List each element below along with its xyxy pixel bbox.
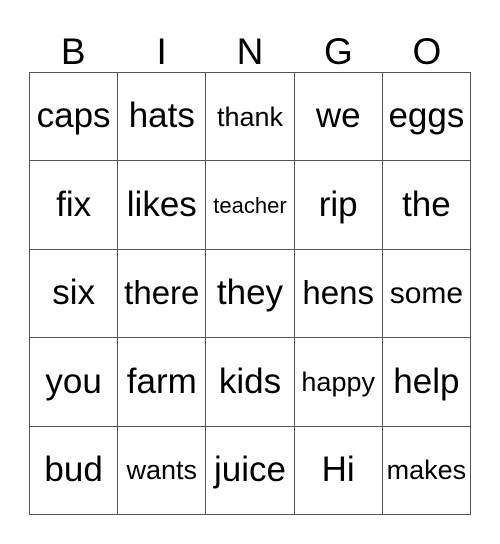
bingo-cell[interactable]: there <box>118 249 207 339</box>
bingo-cell[interactable]: rip <box>294 161 383 250</box>
bingo-cell-label: wants <box>126 455 198 486</box>
bingo-cell-label: happy <box>301 366 375 397</box>
bingo-cell-label: farm <box>126 361 197 401</box>
header-letter-g: G <box>324 31 353 72</box>
bingo-cell-label: bud <box>44 449 103 489</box>
bingo-cell[interactable]: fix <box>30 161 119 250</box>
bingo-cell-label: they <box>216 273 284 313</box>
bingo-cell-label: hats <box>128 96 195 136</box>
bingo-cell[interactable]: wants <box>118 426 207 515</box>
bingo-cell[interactable]: juice <box>206 426 295 515</box>
bingo-cell[interactable]: eggs <box>382 73 471 162</box>
bingo-cell[interactable]: hats <box>118 73 207 162</box>
bingo-cell[interactable]: some <box>382 249 471 339</box>
bingo-cell[interactable]: kids <box>206 338 295 427</box>
bingo-cell[interactable]: help <box>382 338 471 427</box>
bingo-cell-label: likes <box>126 184 197 224</box>
bingo-cell[interactable]: bud <box>30 426 119 515</box>
bingo-cell-label: the <box>402 184 451 224</box>
bingo-cell[interactable]: caps <box>30 73 119 162</box>
bingo-cell-label: rip <box>318 184 358 224</box>
bingo-cell[interactable]: farm <box>118 338 207 427</box>
bingo-grid: caps hats thank we eggs fix likes teache… <box>29 72 471 515</box>
bingo-cell-label: teacher <box>213 192 287 218</box>
bingo-cell-label: juice <box>214 449 286 489</box>
bingo-cell[interactable]: we <box>294 73 383 162</box>
bingo-cell-label: some <box>389 276 464 310</box>
bingo-cell-label: thank <box>216 101 284 132</box>
bingo-cell-label: caps <box>36 96 111 136</box>
bingo-cell-label: hens <box>302 274 374 312</box>
bingo-cell-label: you <box>45 361 102 401</box>
bingo-cell-label: Hi <box>321 449 355 489</box>
header-letter-b: B <box>60 31 86 72</box>
bingo-cell[interactable]: they <box>206 249 295 339</box>
bingo-cell-label: help <box>393 361 460 401</box>
bingo-card: B I N G O caps hats thank we eggs fix li… <box>0 0 500 544</box>
header-letter-o: O <box>412 31 442 72</box>
bingo-cell[interactable]: teacher <box>206 161 295 250</box>
header-letter-n: N <box>236 31 264 72</box>
bingo-cell[interactable]: happy <box>294 338 383 427</box>
bingo-header-row: B I N G O <box>29 18 471 72</box>
bingo-cell-label: six <box>52 273 95 313</box>
bingo-cell[interactable]: makes <box>382 426 471 515</box>
bingo-cell[interactable]: likes <box>118 161 207 250</box>
bingo-cell-label: kids <box>218 361 282 401</box>
bingo-cell-label: makes <box>386 455 467 486</box>
header-letter-i: I <box>156 31 167 72</box>
bingo-cell-label: we <box>315 96 361 136</box>
bingo-cell[interactable]: you <box>30 338 119 427</box>
bingo-cell-label: eggs <box>388 96 465 136</box>
bingo-cell[interactable]: the <box>382 161 471 250</box>
bingo-cell[interactable]: Hi <box>294 426 383 515</box>
bingo-cell-label: there <box>124 274 200 312</box>
bingo-cell-label: fix <box>56 184 92 224</box>
bingo-cell[interactable]: hens <box>294 249 383 339</box>
bingo-cell[interactable]: thank <box>206 73 295 162</box>
bingo-cell[interactable]: six <box>30 249 119 339</box>
